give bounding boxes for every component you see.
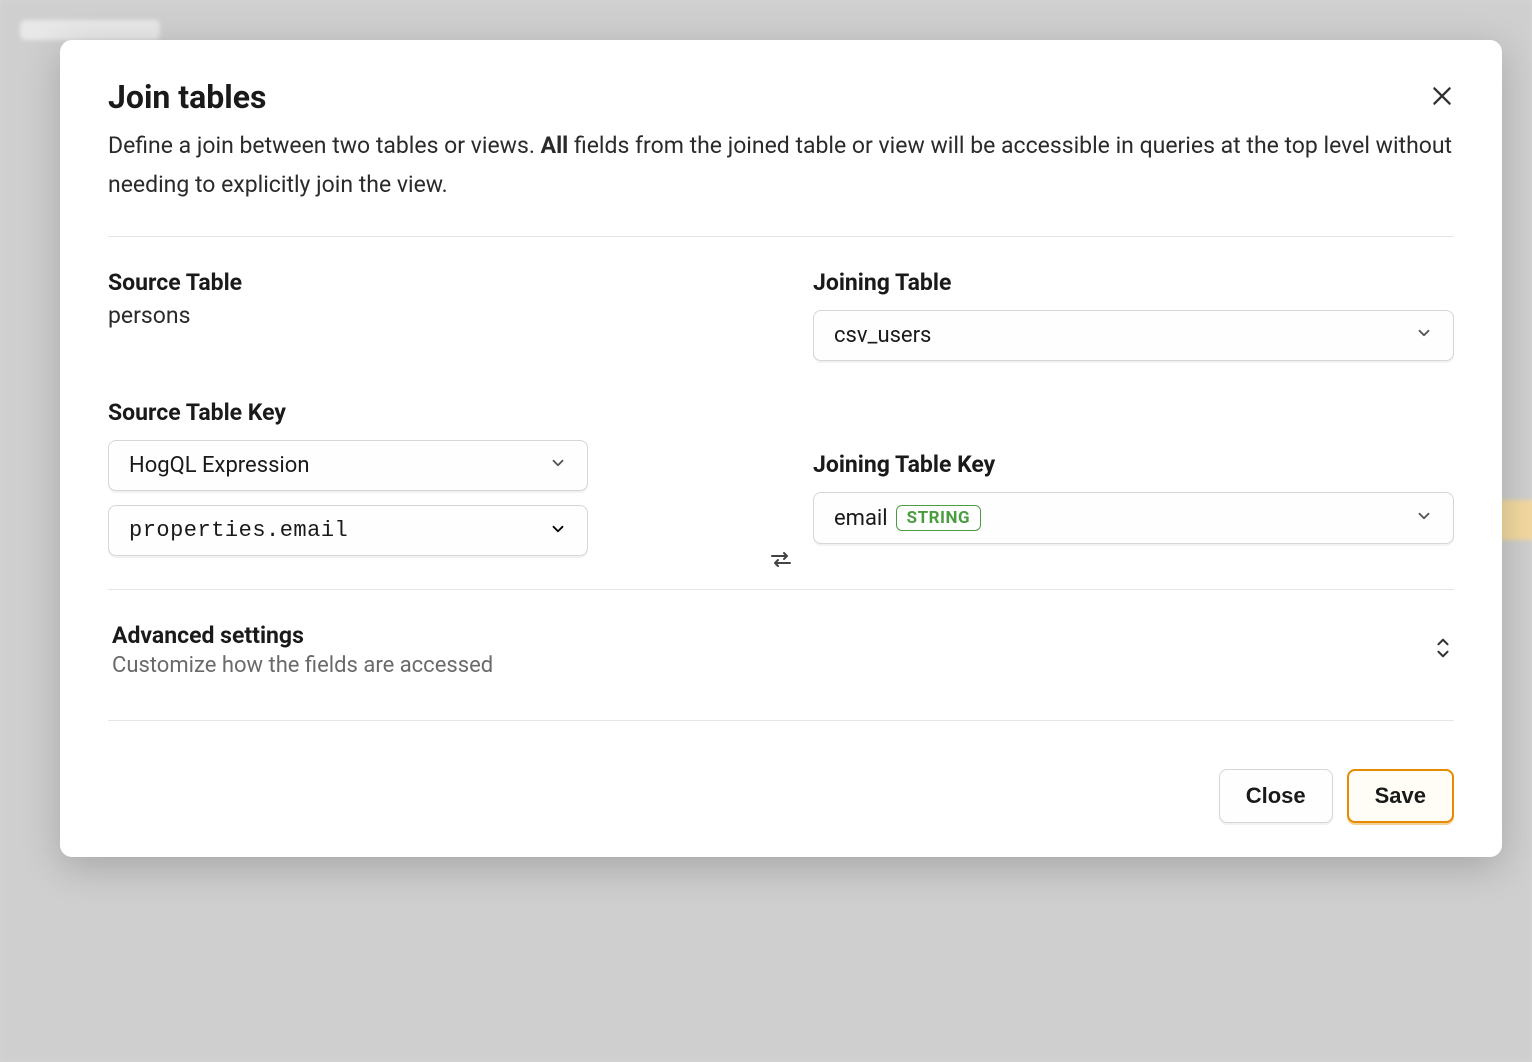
save-button[interactable]: Save bbox=[1347, 769, 1454, 823]
modal-footer: Close Save bbox=[60, 739, 1502, 857]
close-button[interactable]: Close bbox=[1219, 769, 1333, 823]
advanced-settings-toggle[interactable]: Advanced settings Customize how the fiel… bbox=[60, 608, 1502, 702]
divider bbox=[108, 589, 1454, 590]
source-table-value: persons bbox=[108, 302, 749, 329]
joining-key-select[interactable]: email STRING bbox=[813, 492, 1454, 544]
modal-header: Join tables Define a join between two ta… bbox=[60, 40, 1502, 218]
chevron-down-icon bbox=[549, 453, 567, 478]
source-key-expression-value: properties.email bbox=[129, 518, 348, 543]
source-column: Source Table persons Source Table Key Ho… bbox=[108, 269, 749, 556]
swap-column bbox=[769, 269, 793, 569]
close-icon-button[interactable] bbox=[1426, 80, 1458, 112]
joining-column: Joining Table csv_users Joining Table Ke… bbox=[813, 269, 1454, 544]
modal-title: Join tables bbox=[108, 78, 1454, 116]
source-table-label: Source Table bbox=[108, 269, 749, 296]
source-key-label: Source Table Key bbox=[108, 399, 749, 426]
type-badge-string: STRING bbox=[896, 505, 981, 531]
advanced-subtitle: Customize how the fields are accessed bbox=[112, 653, 493, 678]
divider bbox=[108, 720, 1454, 721]
source-key-type-value: HogQL Expression bbox=[129, 453, 309, 478]
source-key-type-select[interactable]: HogQL Expression bbox=[108, 440, 588, 491]
divider bbox=[108, 236, 1454, 237]
join-tables-modal: Join tables Define a join between two ta… bbox=[60, 40, 1502, 857]
subtitle-bold: All bbox=[541, 132, 569, 159]
expand-collapse-icon bbox=[1432, 635, 1454, 665]
advanced-title: Advanced settings bbox=[112, 622, 493, 649]
chevron-down-icon bbox=[1415, 323, 1433, 348]
joining-key-field-value: email bbox=[834, 506, 888, 531]
joining-table-value: csv_users bbox=[834, 323, 931, 348]
subtitle-pre: Define a join between two tables or view… bbox=[108, 132, 541, 159]
modal-subtitle: Define a join between two tables or view… bbox=[108, 126, 1454, 204]
joining-key-label: Joining Table Key bbox=[813, 451, 1454, 478]
joining-table-select[interactable]: csv_users bbox=[813, 310, 1454, 361]
chevron-down-icon bbox=[1415, 506, 1433, 531]
modal-body: Source Table persons Source Table Key Ho… bbox=[60, 255, 1502, 569]
swap-arrows-icon bbox=[769, 549, 793, 569]
chevron-down-icon bbox=[549, 520, 567, 542]
joining-table-label: Joining Table bbox=[813, 269, 1454, 296]
close-icon bbox=[1429, 83, 1455, 109]
source-key-expression-select[interactable]: properties.email bbox=[108, 505, 588, 556]
